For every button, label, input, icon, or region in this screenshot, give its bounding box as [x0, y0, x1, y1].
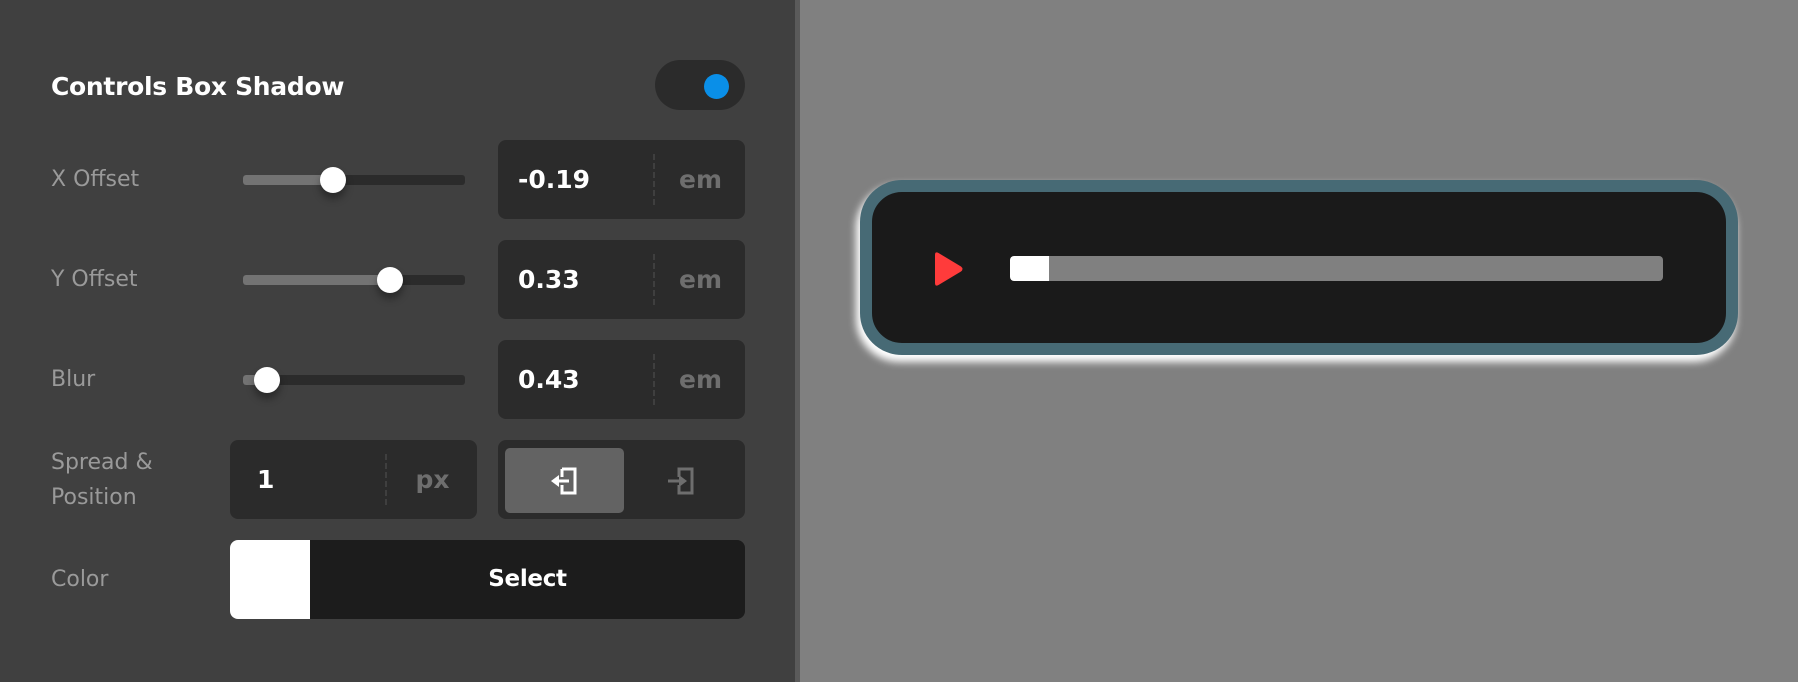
blur-unit[interactable]: em: [656, 340, 745, 419]
shadow-position-toggle-group: [498, 440, 745, 519]
panel-divider[interactable]: [795, 0, 800, 682]
x-offset-input[interactable]: [518, 140, 648, 219]
input-separator: [653, 254, 655, 305]
spread-position-label-line2: Position: [51, 485, 137, 510]
box-arrow-in-icon: [667, 467, 693, 494]
input-separator: [385, 454, 387, 505]
y-offset-label: Y Offset: [51, 267, 138, 292]
blur-slider[interactable]: [243, 367, 465, 393]
progress-played: [1010, 256, 1050, 281]
toggle-knob: [704, 74, 729, 99]
panel-title: Controls Box Shadow: [51, 72, 345, 101]
inset-button[interactable]: [622, 448, 741, 513]
spread-input[interactable]: [257, 440, 387, 519]
box-shadow-settings-panel: Controls Box Shadow X Offset em Y Offset…: [0, 0, 795, 682]
y-offset-unit[interactable]: em: [656, 240, 745, 319]
x-offset-input-box: em: [498, 140, 745, 219]
box-shadow-toggle[interactable]: [655, 60, 745, 110]
slider-thumb[interactable]: [376, 267, 403, 293]
spread-input-box: px: [230, 440, 477, 519]
x-offset-label: X Offset: [51, 167, 140, 192]
blur-input[interactable]: [518, 340, 648, 419]
blur-input-box: em: [498, 340, 745, 419]
input-separator: [653, 154, 655, 205]
y-offset-slider[interactable]: [243, 267, 465, 293]
color-label: Color: [51, 567, 109, 592]
box-arrow-out-icon: [550, 467, 576, 494]
slider-thumb[interactable]: [319, 167, 346, 193]
progress-bar[interactable]: [1010, 256, 1663, 281]
slider-thumb[interactable]: [254, 367, 281, 393]
y-offset-input[interactable]: [518, 240, 648, 319]
spread-position-label-line1: Spread &: [51, 450, 153, 475]
slider-fill: [243, 275, 390, 285]
blur-label: Blur: [51, 367, 96, 392]
x-offset-unit[interactable]: em: [656, 140, 745, 219]
outset-button[interactable]: [505, 448, 624, 513]
spread-unit[interactable]: px: [388, 440, 477, 519]
player-preview: [860, 180, 1738, 355]
color-picker-button[interactable]: Select: [230, 540, 745, 619]
color-swatch[interactable]: [230, 540, 310, 619]
color-select-label: Select: [488, 566, 567, 592]
y-offset-input-box: em: [498, 240, 745, 319]
x-offset-slider[interactable]: [243, 167, 465, 193]
input-separator: [653, 354, 655, 405]
play-icon[interactable]: [932, 251, 964, 287]
